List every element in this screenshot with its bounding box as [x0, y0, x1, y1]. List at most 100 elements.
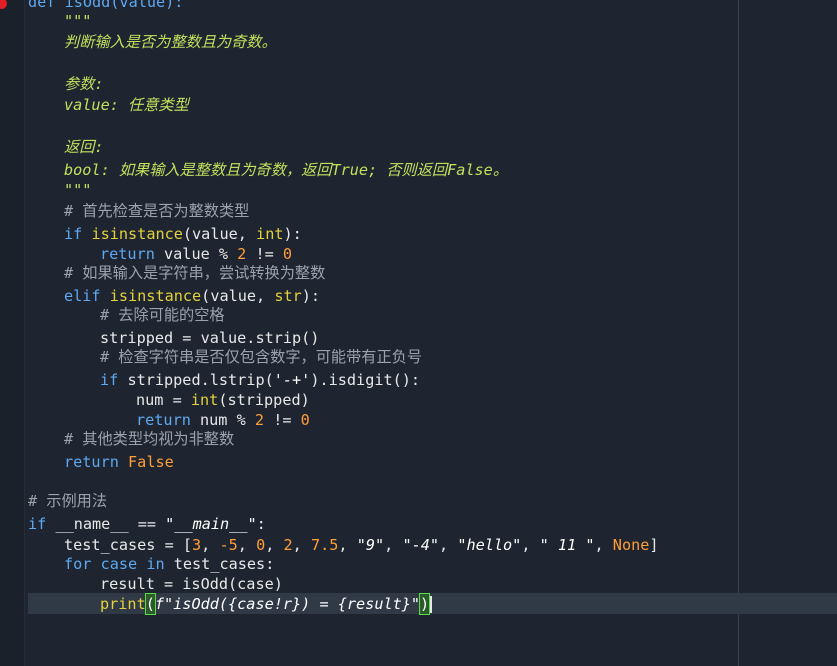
matched-paren-close: ): [419, 593, 431, 615]
code-text: ,: [265, 536, 284, 554]
keyword-return: return: [136, 411, 191, 429]
code-line-doc-returns[interactable]: 返回:: [28, 137, 104, 157]
code-line-for-loop[interactable]: for case in test_cases:: [28, 554, 274, 574]
code-line-doc-params[interactable]: 参数:: [28, 74, 104, 94]
number: 7.5: [310, 536, 339, 554]
string-literal: '-+': [273, 371, 311, 389]
builtin-str: str: [274, 287, 302, 305]
code-line-print[interactable]: print(f"isOdd({case!r}) = {result}"): [28, 593, 433, 615]
code-text: (value,: [201, 287, 275, 305]
keyword-elif: elif: [64, 287, 101, 305]
code-text: ,: [338, 536, 357, 554]
builtin-int: int: [190, 391, 219, 409]
code-line-doc-close[interactable]: """: [28, 180, 91, 200]
code-line-if-isinstance-int[interactable]: if isinstance(value, int):: [28, 224, 302, 244]
comment: # 其他类型均视为非整数: [64, 430, 235, 448]
keyword-def: def isOdd(value):: [28, 0, 184, 11]
code-line-stripped-assign[interactable]: stripped = value.strip(): [28, 328, 319, 348]
docstring: 判断输入是否为整数且为奇数。: [64, 33, 277, 51]
code-text: (stripped): [218, 391, 310, 409]
code-text: stripped = value.strip(): [100, 329, 320, 347]
builtin-isinstance: isinstance: [91, 225, 183, 243]
code-text: ):: [301, 287, 321, 305]
code-line-comment[interactable]: # 如果输入是字符串，尝试转换为整数: [28, 263, 325, 283]
code-line-return-num-mod[interactable]: return num % 2 != 0: [28, 410, 310, 430]
string-literal: "__main__": [165, 515, 257, 533]
code-text: ,: [237, 536, 257, 554]
fstring-literal: f"isOdd({case!r}) = {result}": [154, 595, 421, 613]
keyword-if: if: [28, 515, 47, 533]
code-text: ]: [649, 536, 659, 554]
code-editor[interactable]: def isOdd(value): """ 判断输入是否为整数且为奇数。 参数:…: [28, 0, 837, 666]
number: 0: [300, 411, 310, 429]
string-literal: "-4": [402, 536, 440, 554]
code-text: ,: [384, 536, 403, 554]
matched-paren-open: (: [144, 593, 156, 615]
comment: # 首先检查是否为整数类型: [64, 202, 250, 220]
code-line-comment[interactable]: # 其他类型均视为非整数: [28, 429, 234, 449]
comment: # 去除可能的空格: [100, 306, 225, 324]
builtin-print: print: [100, 595, 146, 613]
code-text: test_cases = [: [64, 536, 193, 554]
code-line-return-false[interactable]: return False: [28, 452, 174, 472]
code-text: !=: [264, 411, 301, 429]
code-text: num %: [190, 411, 255, 429]
docstring: """: [64, 181, 92, 199]
text-cursor: [430, 596, 433, 613]
code-line-doc-summary[interactable]: 判断输入是否为整数且为奇数。: [28, 32, 277, 52]
code-line-result-assign[interactable]: result = isOdd(case): [28, 574, 283, 594]
keyword-in: in: [146, 555, 165, 573]
code-text: ,: [594, 536, 613, 554]
code-text: ,: [292, 536, 311, 554]
code-line-return-mod[interactable]: return value % 2 != 0: [28, 244, 292, 264]
code-text: ,: [439, 536, 458, 554]
number: 3: [192, 536, 202, 554]
code-line-if-main[interactable]: if __name__ == "__main__":: [28, 514, 266, 534]
comment: # 检查字符串是否仅包含数字，可能带有正负号: [100, 348, 423, 366]
code-text: ,: [201, 536, 220, 554]
number: 2: [237, 245, 247, 263]
keyword-return: return: [64, 453, 119, 471]
number: 2: [283, 536, 293, 554]
code-line-doc-params-value[interactable]: value: 任意类型: [28, 95, 189, 115]
code-text: ).isdigit():: [310, 371, 421, 389]
code-line-comment[interactable]: # 检查字符串是否仅包含数字，可能带有正负号: [28, 347, 422, 367]
code-line-elif-isinstance-str[interactable]: elif isinstance(value, str):: [28, 286, 320, 306]
code-text: ,: [521, 536, 540, 554]
comment: # 示例用法: [28, 492, 108, 510]
keyword-return: return: [100, 245, 155, 263]
code-line-comment[interactable]: # 示例用法: [28, 491, 107, 511]
number: 0: [256, 536, 266, 554]
constant-false: False: [128, 453, 174, 471]
code-line-comment[interactable]: # 首先检查是否为整数类型: [28, 201, 249, 221]
string-literal: "hello": [457, 536, 522, 554]
docstring: 返回:: [64, 138, 104, 156]
code-line-test-cases[interactable]: test_cases = [3, -5, 0, 2, 7.5, "9", "-4…: [28, 535, 659, 555]
string-literal: "9": [356, 536, 385, 554]
keyword-for: for: [64, 555, 92, 573]
constant-none: None: [612, 536, 650, 554]
code-text: (value,: [182, 225, 257, 243]
code-text: value %: [154, 245, 238, 263]
breakpoint-marker-icon[interactable]: [0, 0, 7, 9]
number: 2: [254, 411, 265, 429]
code-text: __name__ ==: [46, 515, 166, 533]
keyword-if: if: [100, 371, 119, 389]
string-literal: " 11 ": [539, 536, 595, 554]
code-line-if-isdigit[interactable]: if stripped.lstrip('-+').isdigit():: [28, 370, 420, 390]
code-text: !=: [246, 245, 283, 263]
code-line-comment[interactable]: # 去除可能的空格: [28, 305, 225, 325]
code-line-num-assign[interactable]: num = int(stripped): [28, 390, 310, 410]
docstring: 参数:: [64, 75, 104, 93]
code-text: stripped.lstrip(: [118, 371, 274, 389]
code-text: test_cases:: [164, 555, 275, 573]
loop-variable: case: [91, 555, 147, 573]
line-gutter[interactable]: [0, 0, 25, 666]
code-line-doc-returns-value[interactable]: bool: 如果输入是整数且为奇数，返回True; 否则返回False。: [28, 160, 508, 180]
number: 0: [282, 245, 293, 263]
code-text: :: [256, 515, 266, 533]
code-line-doc-open[interactable]: """: [28, 11, 91, 31]
builtin-isinstance: isinstance: [109, 287, 202, 305]
comment: # 如果输入是字符串，尝试转换为整数: [64, 264, 326, 282]
code-text: result = isOdd(case): [100, 575, 283, 593]
